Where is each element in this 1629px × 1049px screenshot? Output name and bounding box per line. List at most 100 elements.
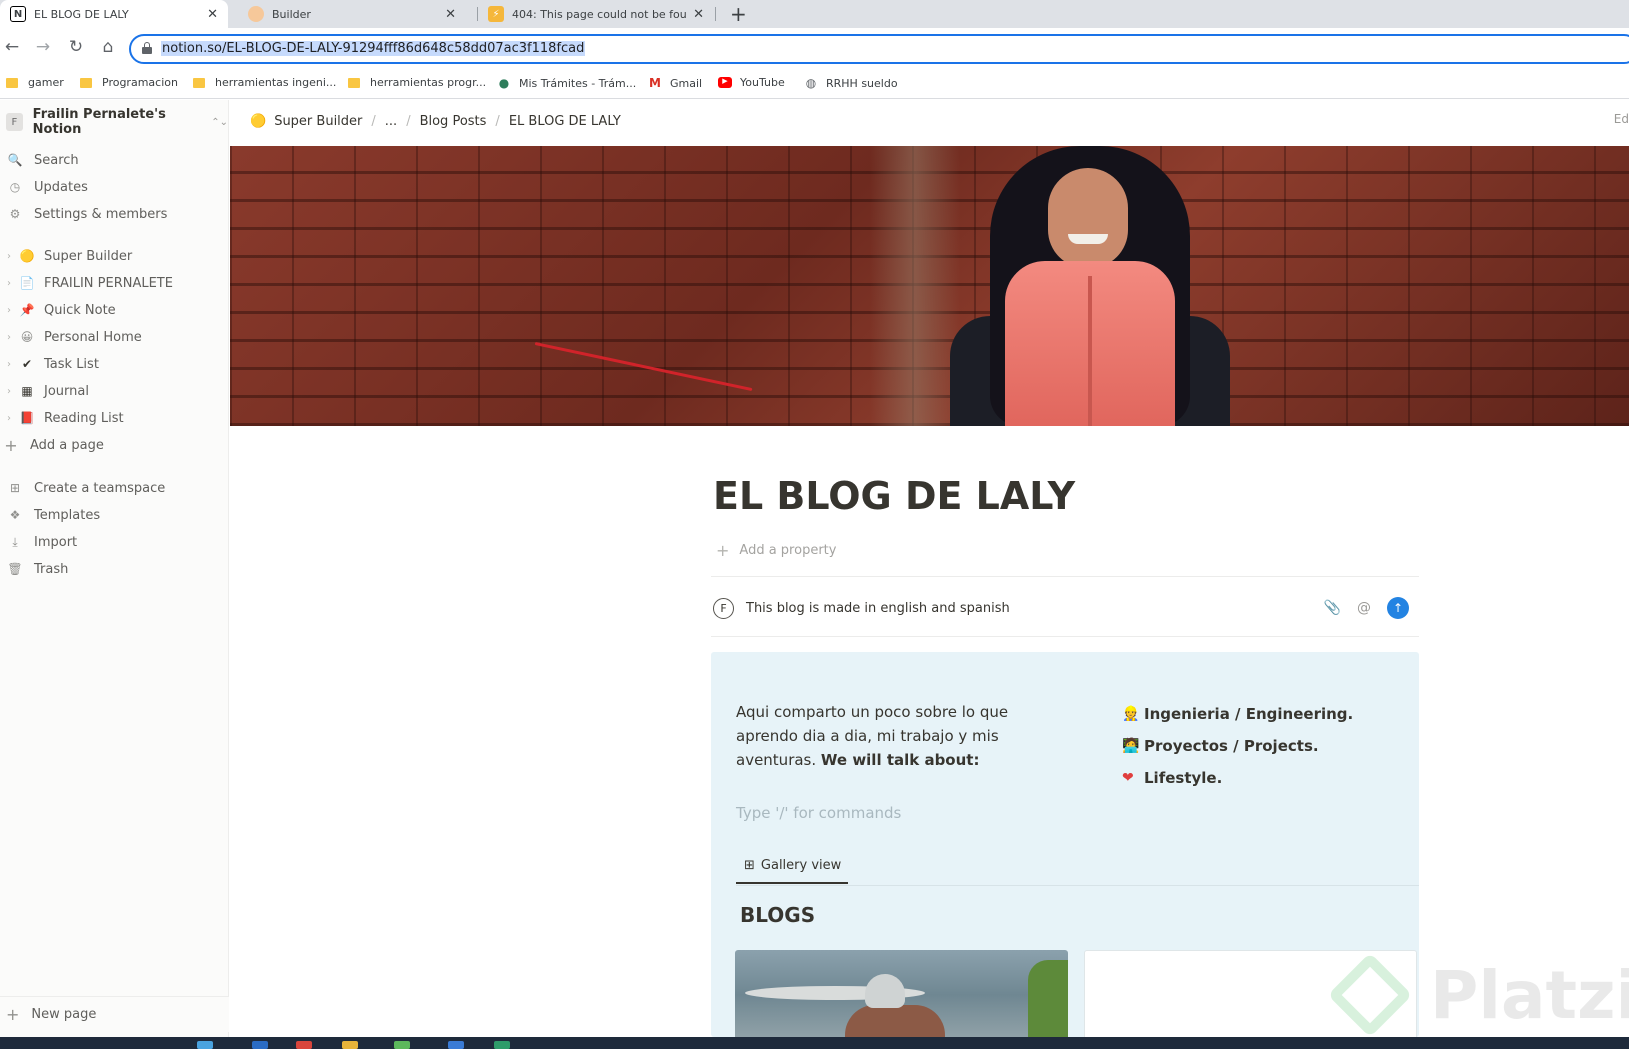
- taskbar-app-icon[interactable]: [252, 1041, 268, 1049]
- sidebar-item-super-builder[interactable]: › 🟡 Super Builder: [0, 243, 228, 269]
- sidebar-item-quick-note[interactable]: › 📌 Quick Note: [0, 297, 228, 323]
- page-cover-image[interactable]: [230, 146, 1629, 426]
- sidebar-item-templates[interactable]: ❖ Templates: [0, 502, 228, 528]
- topic-projects[interactable]: 🧑‍💻 Proyectos / Projects.: [1122, 730, 1402, 762]
- address-bar[interactable]: notion.so/EL-BLOG-DE-LALY-91294fff86d648…: [129, 34, 1629, 64]
- taskbar-app-icon[interactable]: [296, 1041, 312, 1049]
- bookmark-rrhh-sueldo[interactable]: ◍ RRHH sueldo: [804, 76, 898, 90]
- chevron-right-icon[interactable]: ›: [4, 386, 14, 397]
- bookmark-mis-tramites[interactable]: ● Mis Trámites - Trám...: [497, 76, 637, 90]
- page-title[interactable]: EL BLOG DE LALY: [713, 474, 1075, 518]
- workspace-switcher[interactable]: F Frailin Pernalete's Notion ⌃⌄: [6, 107, 228, 137]
- youtube-icon: ▶: [718, 77, 732, 88]
- bookmark-youtube[interactable]: ▶ YouTube: [718, 76, 785, 89]
- comment-text[interactable]: This blog is made in english and spanish: [746, 601, 1308, 616]
- close-tab-icon[interactable]: ✕: [207, 7, 218, 22]
- chevron-right-icon[interactable]: ›: [4, 305, 14, 316]
- smile-icon: 😀: [20, 330, 34, 344]
- bookmark-herramientas-ingenieria[interactable]: herramientas ingeni...: [193, 76, 336, 89]
- empty-block-placeholder[interactable]: Type '/' for commands: [736, 804, 901, 822]
- divider: [711, 636, 1419, 637]
- trash-icon: 🗑: [7, 562, 23, 576]
- taskbar-app-icon[interactable]: [197, 1041, 213, 1049]
- import-icon: ⤓: [12, 534, 18, 549]
- add-property-button[interactable]: + Add a property: [716, 541, 836, 560]
- chevron-right-icon[interactable]: ›: [4, 332, 14, 343]
- close-tab-icon[interactable]: ✕: [693, 7, 704, 22]
- breadcrumb-blog-posts[interactable]: Blog Posts: [420, 114, 487, 129]
- edited-label: Ed: [1613, 112, 1629, 126]
- sidebar-item-import[interactable]: ⤓ Import: [0, 529, 228, 555]
- sidebar-item-settings[interactable]: ⚙ Settings & members: [0, 201, 228, 227]
- divider: [711, 576, 1419, 577]
- sidebar-item-task-list[interactable]: › ✔ Task List: [0, 351, 228, 377]
- taskbar-app-icon[interactable]: [394, 1041, 410, 1049]
- heart-icon: ❤: [1122, 770, 1134, 786]
- notion-sidebar: F Frailin Pernalete's Notion ⌃⌄ 🔍 Search …: [0, 100, 229, 1037]
- taskbar-app-icon[interactable]: [342, 1041, 358, 1049]
- notion-icon: N: [10, 6, 26, 22]
- breadcrumb-ellipsis[interactable]: ...: [385, 114, 397, 129]
- tab-separator: [715, 7, 716, 21]
- sidebar-item-updates[interactable]: ◷ Updates: [0, 174, 228, 200]
- send-comment-button[interactable]: ↑: [1387, 597, 1409, 619]
- new-page-button[interactable]: + New page: [0, 996, 229, 1032]
- bookmark-programacion[interactable]: Programacion: [80, 76, 178, 89]
- sidebar-item-search[interactable]: 🔍 Search: [0, 147, 228, 173]
- taskbar-app-icon[interactable]: [494, 1041, 510, 1049]
- sidebar-add-page[interactable]: + Add a page: [0, 432, 228, 458]
- intro-text[interactable]: Aqui comparto un poco sobre lo que apren…: [736, 700, 1066, 772]
- chevron-right-icon[interactable]: ›: [4, 251, 14, 262]
- gallery-icon: ⊞: [744, 857, 755, 873]
- gallery-card[interactable]: [735, 950, 1068, 1037]
- folder-icon: [80, 77, 92, 88]
- sidebar-item-frailin-pernalete[interactable]: › 📄 FRAILIN PERNALETE: [0, 270, 228, 296]
- engineer-icon: 👷: [1122, 706, 1140, 722]
- sidebar-item-reading-list[interactable]: › 📕 Reading List: [0, 405, 228, 431]
- sidebar-item-personal-home[interactable]: › 😀 Personal Home: [0, 324, 228, 350]
- folder-icon: [348, 77, 360, 88]
- breadcrumb: 🟡 Super Builder / ... / Blog Posts / EL …: [250, 114, 621, 129]
- gallery-title[interactable]: BLOGS: [740, 903, 815, 927]
- callout-block: Aqui comparto un poco sobre lo que apren…: [711, 652, 1419, 1037]
- tab-404[interactable]: ⚡ 404: This page could not be foun ✕: [478, 0, 714, 28]
- commenter-avatar: F: [713, 597, 734, 619]
- bookmark-gamer[interactable]: gamer: [6, 76, 64, 89]
- plus-icon: +: [716, 541, 730, 560]
- chevron-right-icon[interactable]: ›: [4, 359, 14, 370]
- tab-gallery-view[interactable]: ⊞ Gallery view: [736, 854, 849, 884]
- home-icon[interactable]: ⌂: [97, 37, 119, 57]
- bookmark-herramientas-programacion[interactable]: herramientas progr...: [348, 76, 486, 89]
- tab-builder[interactable]: Builder ✕: [238, 0, 466, 28]
- builder-icon: 🟡: [250, 114, 267, 129]
- sidebar-item-trash[interactable]: 🗑 Trash: [0, 556, 228, 582]
- sidebar-item-journal[interactable]: › ▦ Journal: [0, 378, 228, 404]
- forward-icon[interactable]: →: [32, 37, 54, 57]
- page-icon: 📄: [19, 276, 35, 290]
- plus-icon: +: [6, 1005, 20, 1024]
- taskbar-app-icon[interactable]: [448, 1041, 464, 1049]
- chevron-right-icon[interactable]: ›: [4, 413, 14, 424]
- breadcrumb-current-page[interactable]: EL BLOG DE LALY: [509, 114, 621, 129]
- mention-icon[interactable]: @: [1357, 600, 1371, 616]
- sidebar-item-create-teamspace[interactable]: ⊞ Create a teamspace: [0, 475, 228, 501]
- technologist-icon: 🧑‍💻: [1122, 738, 1140, 754]
- topic-lifestyle[interactable]: ❤ Lifestyle.: [1122, 762, 1402, 794]
- chevron-right-icon[interactable]: ›: [4, 278, 14, 289]
- attach-icon[interactable]: 📎: [1324, 600, 1341, 616]
- globe-icon: ◍: [805, 76, 817, 90]
- breadcrumb-super-builder[interactable]: Super Builder: [274, 114, 362, 129]
- tab-el-blog-de-laly[interactable]: N EL BLOG DE LALY ✕: [0, 0, 228, 28]
- topic-engineering[interactable]: 👷 Ingenieria / Engineering.: [1122, 698, 1402, 730]
- divider: [736, 885, 1419, 886]
- bookmark-gmail[interactable]: M Gmail: [648, 76, 702, 90]
- url-text[interactable]: notion.so/EL-BLOG-DE-LALY-91294fff86d648…: [161, 41, 586, 56]
- lock-icon[interactable]: [142, 42, 152, 54]
- reload-icon[interactable]: ↻: [65, 37, 87, 57]
- new-tab-button[interactable]: +: [730, 2, 747, 26]
- os-taskbar: [0, 1037, 1629, 1049]
- builder-icon: 🟡: [19, 249, 35, 263]
- back-icon[interactable]: ←: [1, 37, 23, 57]
- chevron-updown-icon: ⌃⌄: [211, 116, 228, 128]
- close-tab-icon[interactable]: ✕: [445, 7, 456, 22]
